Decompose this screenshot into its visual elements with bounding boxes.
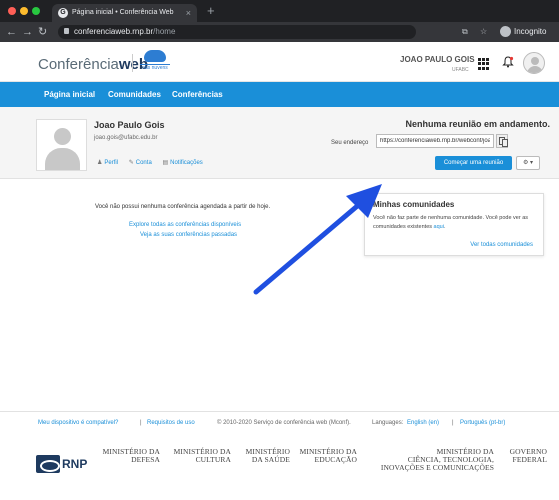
ministry-culture: MINISTÉRIO DA CULTURA: [173, 447, 231, 464]
start-meeting-button[interactable]: Começar uma reunião: [435, 156, 512, 170]
logo-divider: [132, 54, 133, 72]
annotation-arrow: [253, 184, 382, 295]
ministry-defense: MINISTÉRIO DA DEFESA: [102, 447, 160, 464]
communities-text: Você não faz parte de nenhuma comunidade…: [373, 215, 529, 230]
ministry-education: MINISTÉRIO DA EDUCAÇÃO: [299, 447, 357, 464]
federal-government: GOVERNO FEDERAL: [509, 447, 547, 464]
close-window-icon[interactable]: [8, 7, 16, 15]
reload-icon[interactable]: ↻: [38, 24, 47, 40]
back-icon[interactable]: ←: [6, 24, 17, 40]
communities-here-link[interactable]: aqui: [434, 224, 444, 230]
incognito-indicator[interactable]: Incognito: [500, 25, 546, 39]
address-bar[interactable]: conferenciaweb.rnp.br/home: [58, 25, 416, 39]
star-icon[interactable]: ☆: [480, 26, 487, 38]
profile-name: Joao Paulo Gois: [94, 120, 165, 130]
no-conference-message: Você não possui nenhuma conferência agen…: [95, 204, 271, 210]
notifications-link[interactable]: ▤ Notificações: [162, 159, 202, 166]
footer-separator: |: [452, 420, 454, 426]
copyright-text: © 2010-2020 Serviço de conferência web (…: [217, 420, 351, 426]
profile-email: joao.gois@ufabc.edu.br: [94, 135, 158, 141]
account-link[interactable]: ✎ Conta: [129, 159, 152, 166]
nav-item-conferences[interactable]: Conferências: [172, 82, 223, 107]
government-logos: RNP MINISTÉRIO DA DEFESA MINISTÉRIO DA CUL…: [0, 436, 559, 500]
profile-links: ♟ Perfil ✎ Conta ▤ Notificações: [97, 159, 212, 166]
lock-icon: [64, 28, 69, 34]
site-header: Conferênciaweb nas nuvens JOAO PAULO GOI…: [0, 42, 559, 82]
bell-icon[interactable]: [502, 56, 514, 68]
past-conferences-link[interactable]: Veja as suas conferências passadas: [140, 232, 237, 238]
communities-panel: Minhas comunidades Você não faz parte de…: [364, 193, 544, 256]
incognito-icon: [500, 26, 511, 38]
explore-conferences-link[interactable]: Explore todas as conferências disponívei…: [129, 222, 241, 228]
language-english-link[interactable]: English (en): [407, 412, 439, 434]
nav-item-home[interactable]: Página inicial: [44, 82, 95, 107]
main-navbar: Página inicial Comunidades Conferências: [0, 82, 559, 107]
user-avatar[interactable]: [523, 52, 545, 74]
meeting-status: Nenhuma reunião em andamento.: [405, 119, 550, 129]
translate-icon[interactable]: ⧉: [462, 26, 468, 38]
browser-tab[interactable]: G Página inicial • Conferência Web ×: [52, 4, 197, 22]
cloud-icon: [144, 50, 166, 62]
ministry-science-technology: MINISTÉRIO DA CIÊNCIA, TECNOLOGIA, INOVAÇÕ…: [380, 447, 494, 472]
nas-nuvens-logo: nas nuvens: [140, 50, 170, 71]
profile-picture: [36, 119, 87, 171]
maximize-window-icon[interactable]: [32, 7, 40, 15]
user-icon: ♟: [97, 160, 103, 166]
footer-separator: |: [140, 420, 142, 426]
footer-links: Meu dispositivo é compatível? | Requisit…: [0, 411, 559, 435]
wrench-icon: ✎: [128, 160, 134, 166]
forward-icon[interactable]: →: [22, 24, 33, 40]
minimize-window-icon[interactable]: [20, 7, 28, 15]
see-all-communities-link[interactable]: Ver todas comunidades: [470, 242, 533, 248]
compatibility-link[interactable]: Meu dispositivo é compatível?: [38, 412, 118, 434]
browser-toolbar: ← → ↻ conferenciaweb.rnp.br/home ⧉ ☆ Inc…: [0, 22, 559, 42]
rnp-icon: [36, 455, 60, 473]
user-organization: UFABC: [452, 67, 469, 73]
nav-item-communities[interactable]: Comunidades: [108, 82, 161, 107]
requirements-link[interactable]: Requisitos de uso: [147, 412, 195, 434]
url-text: conferenciaweb.rnp.br/home: [74, 27, 176, 36]
new-tab-button[interactable]: +: [207, 3, 215, 19]
notifications-icon: ▤: [162, 160, 169, 166]
meeting-settings-button[interactable]: ⚙ ▾: [516, 156, 540, 170]
favicon-icon: G: [58, 8, 68, 18]
language-portuguese-link[interactable]: Português (pt-br): [460, 412, 505, 434]
profile-link[interactable]: ♟ Perfil: [97, 159, 118, 166]
browser-tab-bar: G Página inicial • Conferência Web × +: [0, 0, 559, 22]
tab-close-icon[interactable]: ×: [186, 4, 191, 22]
copy-icon[interactable]: [496, 134, 508, 148]
tab-title: Página inicial • Conferência Web: [72, 9, 174, 16]
ministry-health: MINISTÉRIO DA SAÚDE: [245, 447, 290, 464]
profile-panel: Joao Paulo Gois joao.gois@ufabc.edu.br ♟…: [0, 107, 559, 179]
languages-label: Languages:: [372, 420, 404, 426]
meeting-address-input[interactable]: [376, 134, 494, 148]
user-name[interactable]: JOAO PAULO GOIS: [400, 55, 475, 64]
address-label: Seu endereço: [331, 140, 369, 146]
apps-grid-icon[interactable]: [478, 58, 490, 70]
